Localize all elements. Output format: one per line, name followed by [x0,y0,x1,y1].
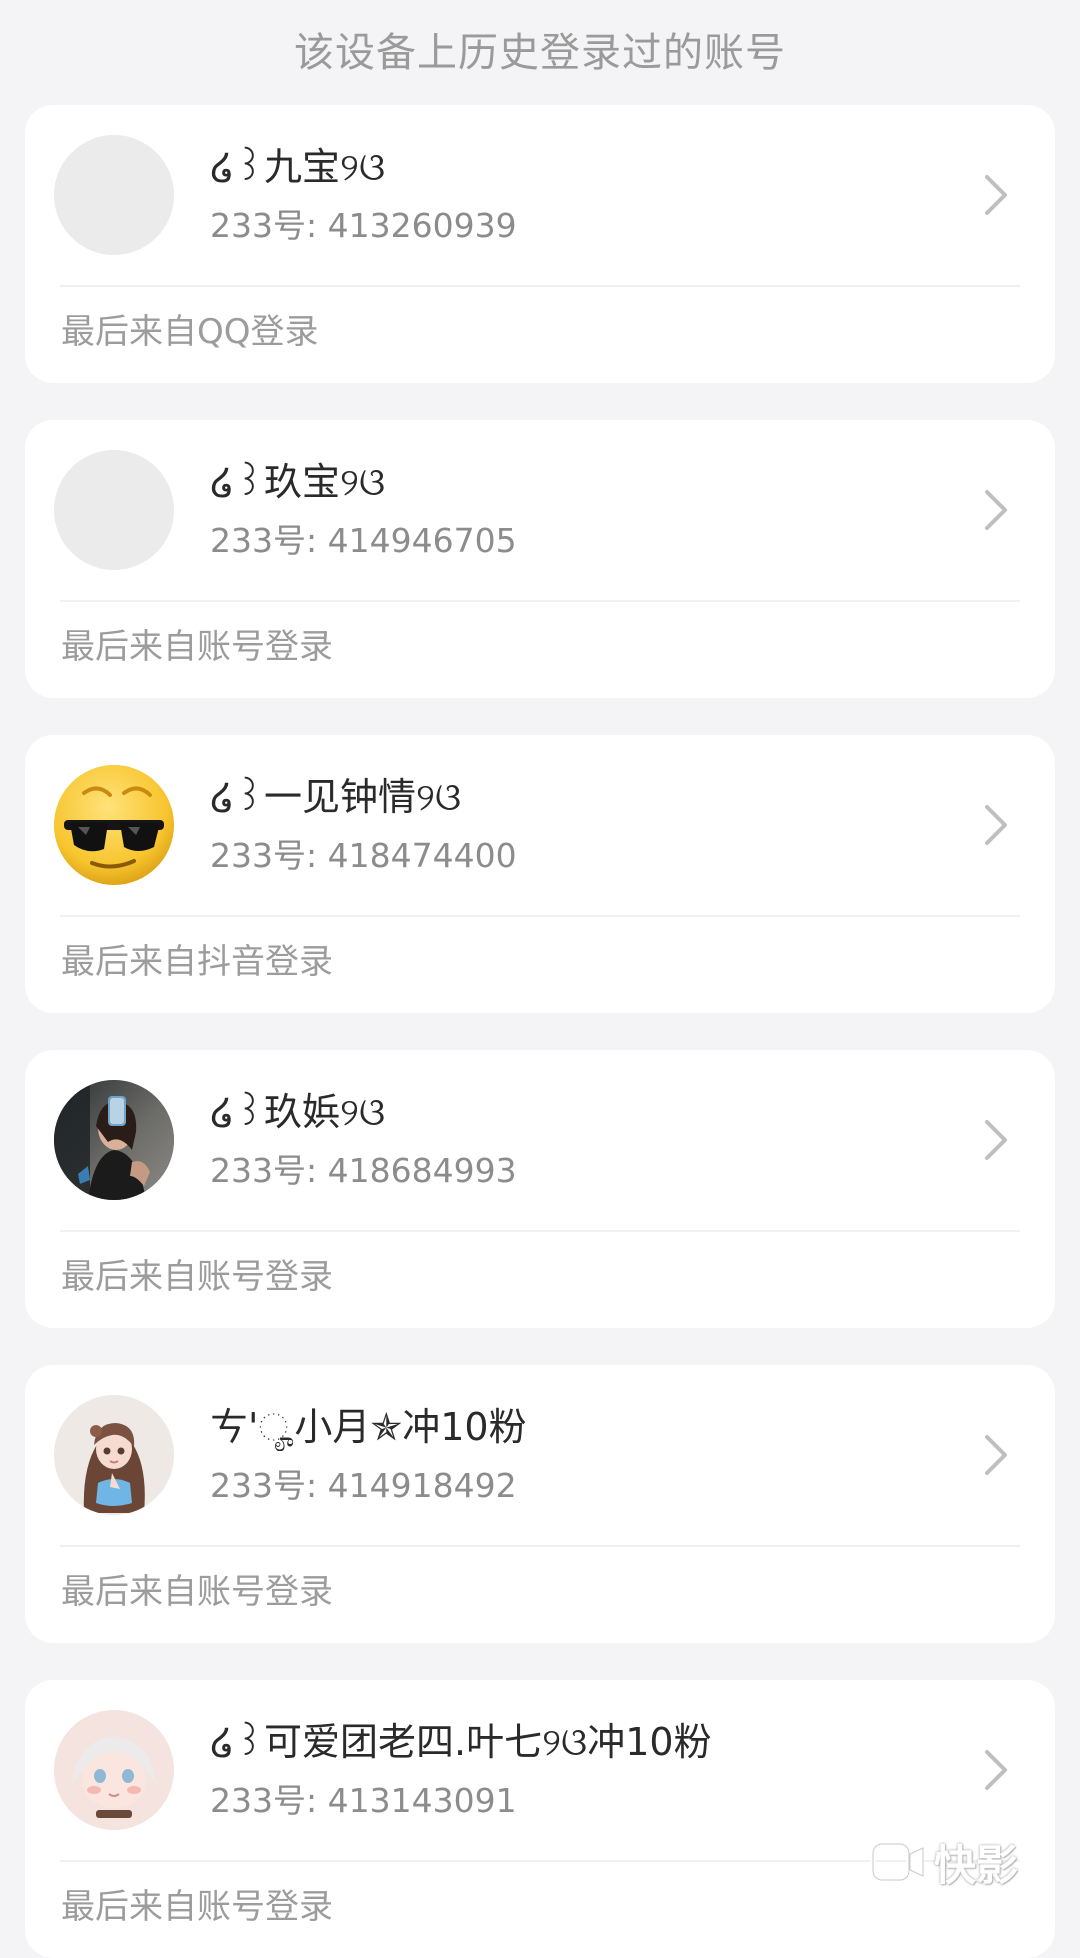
account-id-label: 233号: [210,836,318,875]
account-info-row[interactable]: ໒꒱玖娦୨ଓ 233号: 418684993 [25,1050,1055,1230]
account-id-row: 233号: 413143091 [210,1780,517,1822]
account-id-row: 233号: 418684993 [210,1150,517,1192]
chevron-right-icon[interactable] [975,799,1015,851]
account-id-row: 233号: 418474400 [210,835,517,877]
camera-logo-icon [870,1836,926,1888]
account-nickname: ໒꒱玖宝୨ଓ [210,460,386,504]
chevron-right-icon[interactable] [975,1114,1015,1166]
account-nickname: ໒꒱九宝୨ଓ [210,145,386,189]
blank-avatar-icon [54,450,174,570]
account-nickname: ໒꒱玖娦୨ଓ [210,1090,386,1134]
account-info-row[interactable]: ໒꒱九宝୨ଓ 233号: 413260939 [25,105,1055,285]
anime-girl-avatar-icon [54,1395,174,1515]
mirror-selfie-photo-icon [54,1080,174,1200]
account-nickname: ໒꒱一见钟情୨ଓ [210,775,462,819]
pink-anime-avatar-icon [54,1710,174,1830]
blank-avatar-icon [54,135,174,255]
login-source: 最后来自QQ登录 [61,312,319,352]
divider [60,1230,1020,1232]
login-source: 最后来自账号登录 [61,627,333,667]
account-id: 413260939 [327,206,517,245]
account-nickname: ㄘ'ೄ小月✯冲10粉 [210,1405,527,1449]
watermark-text: 快影 [934,1840,1019,1890]
account-id: 418474400 [327,836,517,875]
chevron-right-icon[interactable] [975,169,1015,221]
chevron-right-icon[interactable] [975,484,1015,536]
account-id: 414946705 [327,521,517,560]
account-card-1[interactable]: ໒꒱九宝୨ଓ 233号: 413260939 最后来自QQ登录 [25,105,1055,383]
account-card-6[interactable]: ໒꒱可爱团老四.叶七୨ଓ冲10粉 233号: 413143091 最后来自账号登… [25,1680,1055,1958]
account-card-4[interactable]: ໒꒱玖娦୨ଓ 233号: 418684993 最后来自账号登录 [25,1050,1055,1328]
divider [60,600,1020,602]
avatar [54,1395,174,1515]
login-source: 最后来自账号登录 [61,1257,333,1297]
account-card-5[interactable]: ㄘ'ೄ小月✯冲10粉 233号: 414918492 最后来自账号登录 [25,1365,1055,1643]
account-info-row[interactable]: ໒꒱一见钟情୨ଓ 233号: 418474400 [25,735,1055,915]
avatar [54,135,174,255]
account-id-row: 233号: 413260939 [210,205,517,247]
login-source: 最后来自账号登录 [61,1572,333,1612]
account-id-label: 233号: [210,206,318,245]
account-id-row: 233号: 414946705 [210,520,517,562]
login-source: 最后来自账号登录 [61,1887,333,1927]
account-info-row[interactable]: ㄘ'ೄ小月✯冲10粉 233号: 414918492 [25,1365,1055,1545]
sunglasses-emoji-icon [54,765,174,885]
account-id-row: 233号: 414918492 [210,1465,517,1507]
account-card-3[interactable]: ໒꒱一见钟情୨ଓ 233号: 418474400 最后来自抖音登录 [25,735,1055,1013]
account-nickname: ໒꒱可爱团老四.叶七୨ଓ冲10粉 [210,1720,712,1764]
login-source: 最后来自抖音登录 [61,942,333,982]
account-id-label: 233号: [210,521,318,560]
account-info-row[interactable]: ໒꒱玖宝୨ଓ 233号: 414946705 [25,420,1055,600]
account-id-label: 233号: [210,1151,318,1190]
avatar [54,450,174,570]
divider [60,1545,1020,1547]
account-list: ໒꒱九宝୨ଓ 233号: 413260939 最后来自QQ登录 ໒꒱玖宝୨ଓ 2… [0,0,1080,1958]
avatar [54,765,174,885]
account-id-label: 233号: [210,1781,318,1820]
account-id-label: 233号: [210,1466,318,1505]
avatar [54,1080,174,1200]
account-id: 414918492 [327,1466,517,1505]
account-card-2[interactable]: ໒꒱玖宝୨ଓ 233号: 414946705 最后来自账号登录 [25,420,1055,698]
chevron-right-icon[interactable] [975,1429,1015,1481]
divider [60,285,1020,287]
divider [60,915,1020,917]
chevron-right-icon[interactable] [975,1744,1015,1796]
avatar [54,1710,174,1830]
video-watermark: 快影 [870,1832,1045,1892]
account-id: 418684993 [327,1151,517,1190]
account-id: 413143091 [327,1781,517,1820]
